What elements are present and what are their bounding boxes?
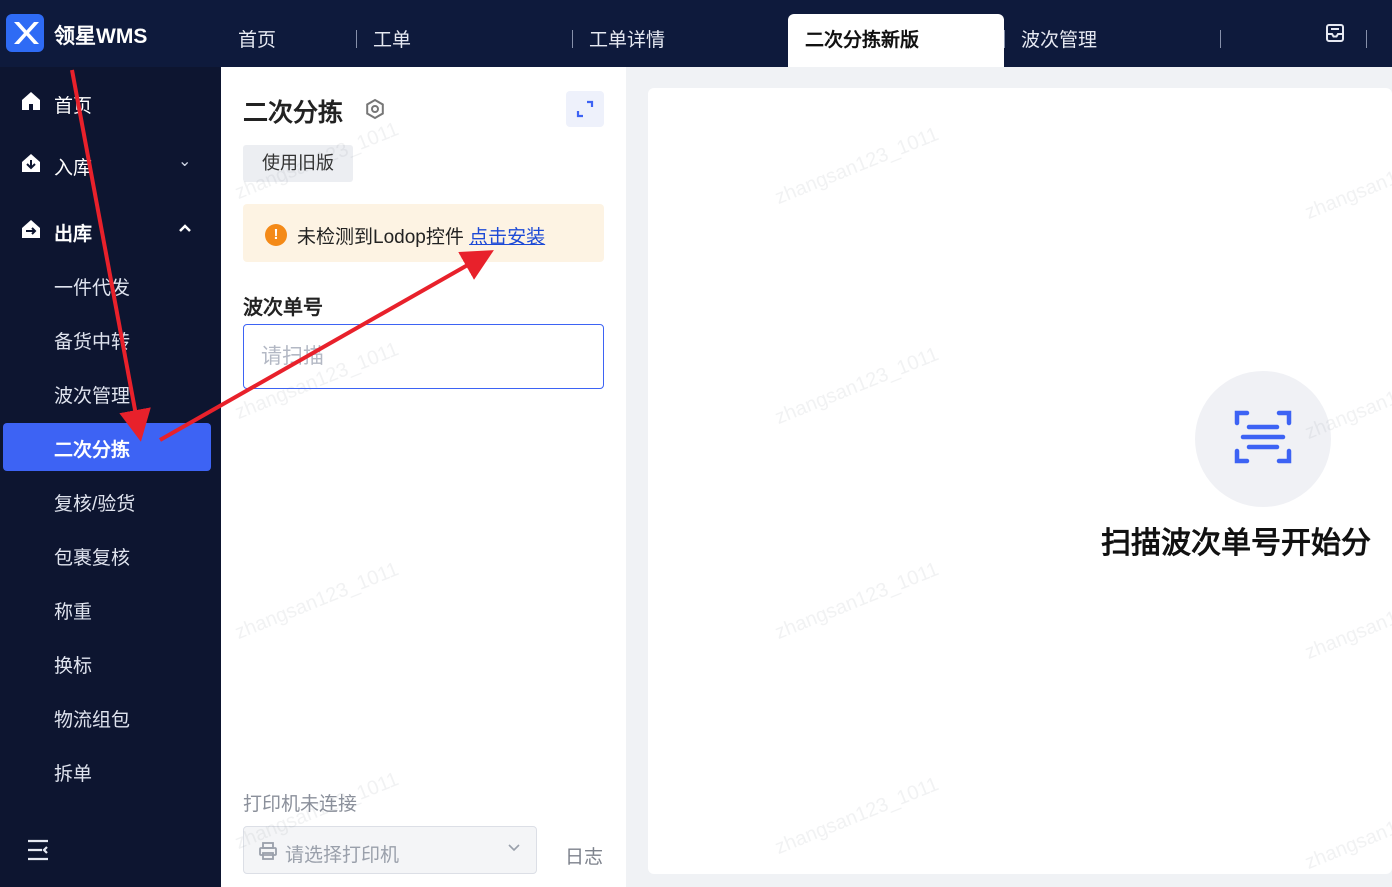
tab-separator (572, 30, 573, 48)
sidebar-item-label: 出库 (54, 224, 93, 245)
sidebar-item-label: 物流组包 (54, 710, 131, 731)
home-icon (20, 90, 42, 112)
sidebar-item-relabel[interactable]: 换标 (0, 639, 221, 687)
printer-select-value: 请选择打印机 (285, 845, 400, 866)
tab-separator (1004, 30, 1005, 48)
alert-text: 未检测到Lodop控件 (297, 227, 464, 248)
printer-status: 打印机未连接 (243, 794, 358, 815)
alert-message: 未检测到Lodop控件 点击安装 (297, 222, 545, 249)
page-title: 二次分拣 (243, 99, 344, 127)
sidebar-item-label: 称重 (54, 602, 93, 623)
sidebar-item-label: 波次管理 (54, 386, 131, 407)
sidebar-item-outbound[interactable]: 出库 (0, 206, 221, 254)
sidebar: 首页 入库 ⌄ 出库 一件代发 备货中转 波次管理 二次分拣 复核/验货 包裹复… (0, 67, 221, 887)
sidebar-item-label: 二次分拣 (54, 440, 131, 461)
lodop-warning-alert: ! 未检测到Lodop控件 点击安装 (243, 204, 604, 262)
sidebar-item-split-order[interactable]: 拆单 (0, 747, 221, 795)
app-logo-icon[interactable] (6, 14, 44, 52)
sidebar-item-label: 一件代发 (54, 278, 131, 299)
sidebar-item-home[interactable]: 首页 (0, 78, 221, 126)
tab-workorder[interactable]: 工单 (373, 14, 411, 67)
sorting-panel: 二次分拣 使用旧版 ! 未检测到Lodop控件 点击安装 波次单号 打印机未连接 (221, 67, 626, 887)
app-window: 领星WMS 首页 工单 工单详情 二次分拣新版 波次管理 首页 入库 ⌄ 出库 … (0, 0, 1392, 887)
tab-workorder-detail[interactable]: 工单详情 (589, 14, 665, 67)
chevron-up-icon (178, 220, 192, 238)
scan-icon-container (1195, 371, 1331, 507)
expand-icon (576, 100, 594, 118)
tab-wave-management[interactable]: 波次管理 (1021, 14, 1097, 67)
printer-icon (258, 841, 278, 866)
scan-placeholder-card: 扫描波次单号开始分 (648, 88, 1392, 874)
wave-number-label: 波次单号 (243, 297, 323, 319)
sidebar-item-label: 换标 (54, 656, 93, 677)
sidebar-item-review-inspection[interactable]: 复核/验货 (0, 477, 221, 525)
tab-home[interactable]: 首页 (238, 14, 276, 67)
sidebar-item-label: 入库 (54, 158, 93, 179)
sidebar-item-stock-transfer[interactable]: 备货中转 (0, 315, 221, 363)
use-old-version-button[interactable]: 使用旧版 (243, 145, 353, 182)
chevron-down-icon (508, 839, 520, 856)
log-link[interactable]: 日志 (565, 842, 603, 869)
chevron-down-icon: ⌄ (178, 153, 192, 170)
sidebar-item-label: 首页 (54, 96, 93, 117)
tab-secondary-sorting-new[interactable]: 二次分拣新版 (788, 14, 1004, 67)
sidebar-item-label: 备货中转 (54, 332, 131, 353)
inbox-icon[interactable] (1324, 22, 1346, 49)
sidebar-item-inbound[interactable]: 入库 ⌄ (0, 140, 221, 188)
sidebar-item-label: 拆单 (54, 764, 93, 785)
sidebar-item-weighing[interactable]: 称重 (0, 585, 221, 633)
inbound-icon (20, 152, 42, 174)
sidebar-item-logistics-packing[interactable]: 物流组包 (0, 693, 221, 741)
app-brand: 领星WMS (54, 25, 148, 48)
expand-button[interactable] (566, 91, 604, 127)
install-link[interactable]: 点击安装 (469, 227, 545, 248)
sidebar-item-label: 包裹复核 (54, 548, 131, 569)
tab-separator (1220, 30, 1221, 48)
sidebar-item-package-review[interactable]: 包裹复核 (0, 531, 221, 579)
collapse-menu-icon[interactable] (26, 838, 50, 867)
scan-icon (1234, 410, 1292, 464)
warning-icon: ! (265, 224, 287, 246)
settings-icon[interactable] (364, 98, 386, 125)
printer-select[interactable]: 请选择打印机 (243, 826, 537, 874)
tab-separator (1366, 30, 1367, 48)
sidebar-item-wave-management[interactable]: 波次管理 (0, 369, 221, 417)
sidebar-item-dropship[interactable]: 一件代发 (0, 261, 221, 309)
sidebar-item-secondary-sorting[interactable]: 二次分拣 (3, 423, 211, 471)
top-bar: 领星WMS 首页 工单 工单详情 二次分拣新版 波次管理 (0, 0, 1392, 67)
scan-hint-text: 扫描波次单号开始分 (1101, 527, 1371, 560)
tab-separator (356, 30, 357, 48)
outbound-icon (20, 218, 42, 240)
sidebar-item-label: 复核/验货 (54, 494, 136, 515)
wave-number-input[interactable] (243, 324, 604, 389)
